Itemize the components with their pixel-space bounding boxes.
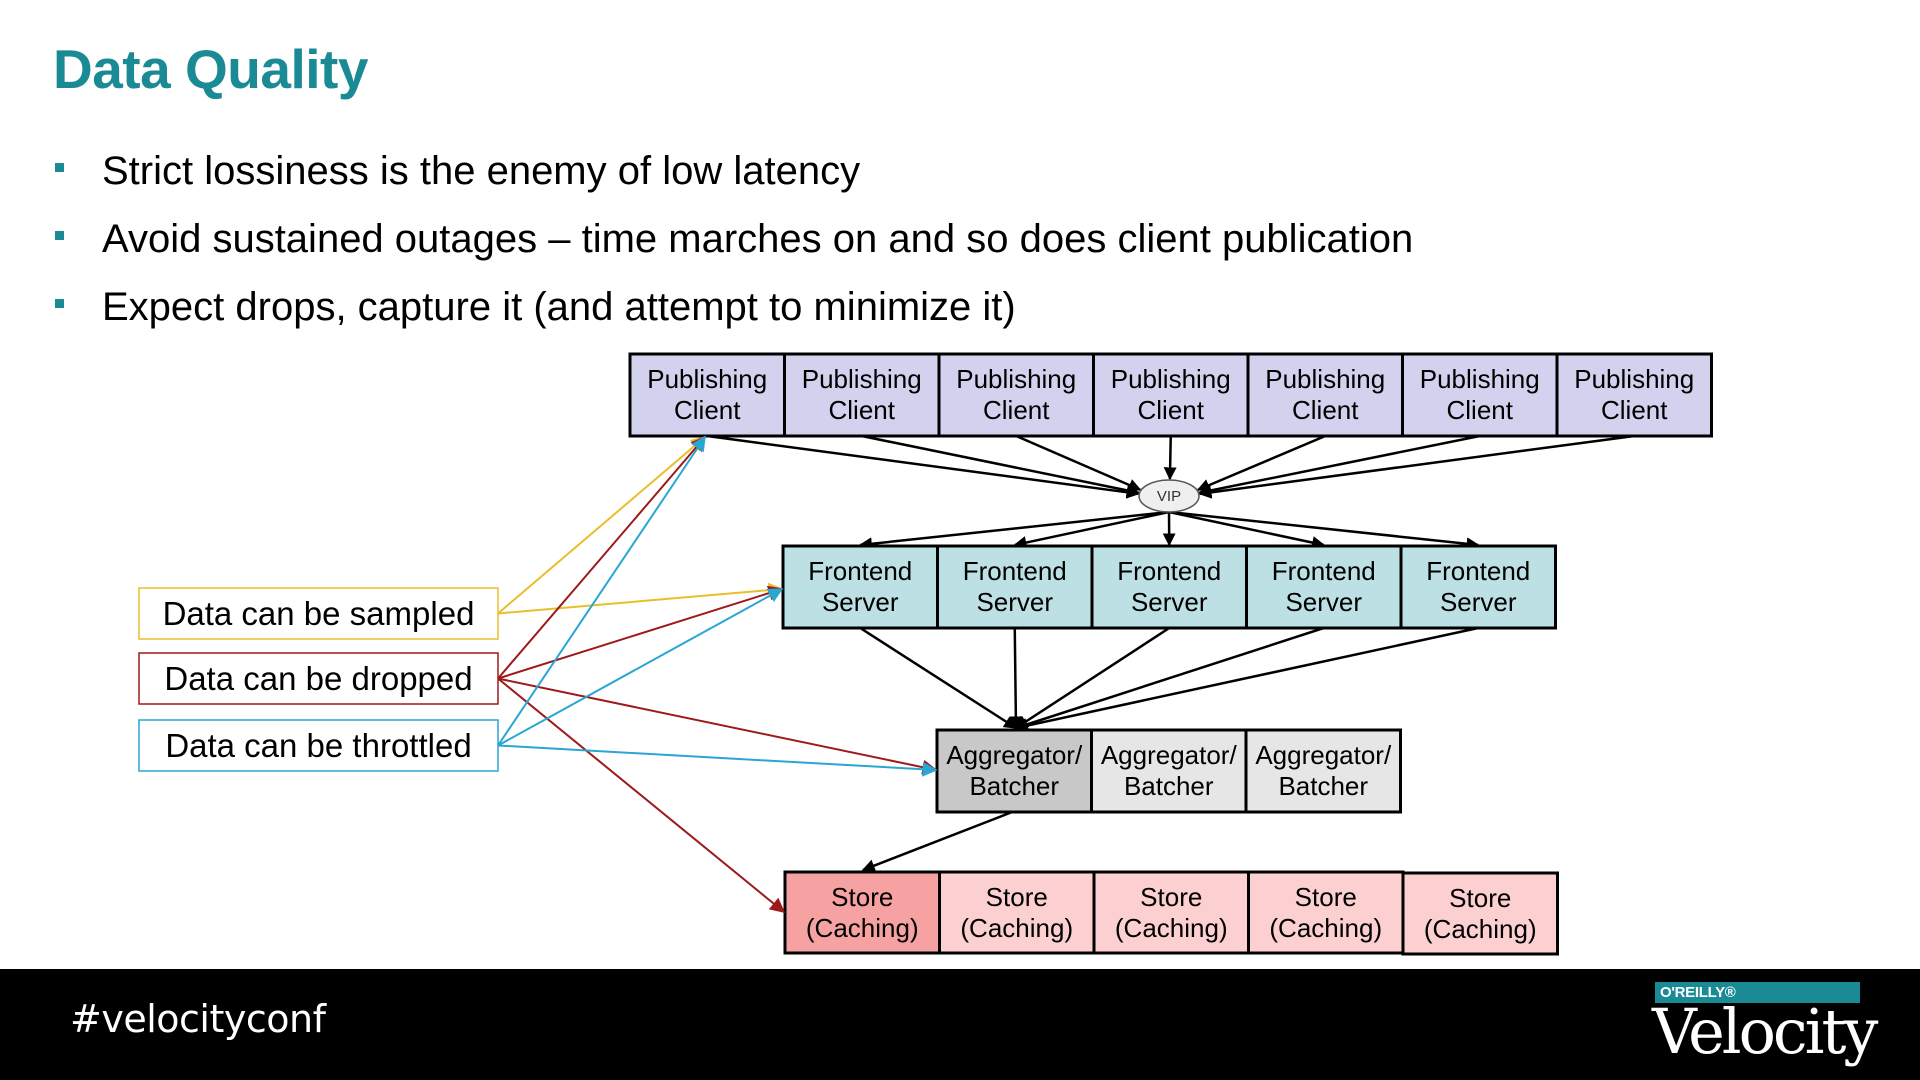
store-box: Store(Caching) — [783, 870, 941, 955]
dropped-to-aggregator-arrow — [497, 677, 938, 775]
box-label-line1: Publishing — [1111, 364, 1231, 394]
aggregator-box: Aggregator/Batcher — [1090, 728, 1248, 814]
frontend-server-box: FrontendServer — [1245, 544, 1403, 630]
box-label-line2: Client — [1447, 395, 1514, 425]
box-label-line2: Server — [976, 587, 1053, 617]
box-label-line1: Frontend — [808, 556, 912, 586]
box-label-line1: Publishing — [802, 364, 922, 394]
client-to-vip-arrow — [1198, 434, 1635, 499]
velocity-logo: Velocity — [1652, 995, 1878, 1068]
publishing-client-box: PublishingClient — [1401, 352, 1559, 438]
label-dropped: Data can be dropped — [138, 652, 499, 705]
publishing-client-box: PublishingClient — [783, 352, 941, 438]
box-label-line2: Server — [822, 587, 899, 617]
vip-node: VIP — [1138, 479, 1200, 513]
box-label-line2: Client — [674, 395, 741, 425]
aggregator-box: Aggregator/Batcher — [1244, 728, 1402, 814]
label-text: Data can be throttled — [165, 727, 471, 764]
dropped-to-store-arrow — [497, 677, 786, 913]
box-label-line2: Server — [1285, 587, 1362, 617]
box-label-line1: Store — [1449, 883, 1511, 913]
box-label-line1: Frontend — [1117, 556, 1221, 586]
box-label-line1: Store — [1295, 882, 1357, 912]
box-label-line1: Publishing — [1420, 364, 1540, 394]
box-label-line2: Batcher — [1124, 771, 1214, 801]
frontend-to-aggregator-arrow — [1014, 626, 1325, 731]
publishing-client-box: PublishingClient — [1092, 352, 1250, 438]
client-to-vip-arrow — [707, 434, 1140, 499]
vip-to-frontend-arrow — [858, 510, 1170, 551]
vip-label: VIP — [1157, 488, 1181, 505]
box-label-line1: Publishing — [647, 364, 767, 394]
box-label-line1: Publishing — [956, 364, 1076, 394]
vip-to-frontend-arrow — [1168, 510, 1480, 551]
hashtag: #velocityconf — [70, 997, 326, 1041]
frontend-server-box: FrontendServer — [1090, 544, 1248, 630]
box-label-line2: Server — [1440, 587, 1517, 617]
annotation-labels: Data can be sampled Data can be dropped Da… — [138, 587, 499, 772]
box-label-line2: Client — [983, 395, 1050, 425]
dropped-to-publishing-arrow — [497, 435, 706, 680]
store-box: Store(Caching) — [1092, 870, 1250, 955]
box-label-line1: Publishing — [1574, 364, 1694, 394]
box-label-line2: Server — [1131, 587, 1208, 617]
box-label-line2: Client — [1138, 395, 1205, 425]
label-sampled: Data can be sampled — [138, 587, 499, 640]
throttled-to-frontend-arrow — [497, 588, 784, 747]
box-label-line2: (Caching) — [806, 913, 919, 943]
box-label-line1: Store — [1140, 882, 1202, 912]
frontend-to-aggregator-arrow — [1014, 626, 1479, 732]
client-to-vip-arrow — [1198, 434, 1480, 497]
box-label-line1: Store — [831, 882, 893, 912]
store-box: Store(Caching) — [1247, 870, 1405, 955]
box-label-line1: Aggregator/ — [946, 740, 1083, 770]
footer-bar: #velocityconf O'REILLY® Velocity — [0, 969, 1920, 1080]
store-box: Store(Caching) — [1401, 871, 1559, 956]
store-box: Store(Caching) — [938, 870, 1096, 955]
architecture-diagram: PublishingClientPublishingClientPublishi… — [138, 352, 1713, 956]
publishing-client-box: PublishingClient — [1555, 352, 1713, 438]
sampled-to-publishing-arrow — [497, 436, 707, 615]
dropped-to-frontend-arrow — [497, 585, 784, 680]
frontend-server-box: FrontendServer — [1399, 544, 1557, 630]
box-label-line2: (Caching) — [1269, 913, 1382, 943]
box-label-line2: Batcher — [969, 771, 1059, 801]
aggregator-to-store-arrow — [861, 810, 1013, 872]
label-text: Data can be dropped — [164, 660, 472, 697]
box-label-line2: (Caching) — [1115, 913, 1228, 943]
client-to-vip-arrow — [861, 434, 1140, 497]
annotation-arrows — [497, 435, 938, 913]
box-label-line1: Aggregator/ — [1101, 740, 1238, 770]
box-label-line2: Client — [1601, 395, 1668, 425]
box-label-line1: Aggregator/ — [1255, 740, 1392, 770]
box-label-line2: (Caching) — [960, 913, 1073, 943]
frontend-to-aggregator-arrow — [1014, 626, 1170, 730]
box-label-line2: (Caching) — [1424, 914, 1537, 944]
frontend-server-box: FrontendServer — [781, 544, 939, 630]
sampled-to-frontend-arrow — [497, 582, 784, 615]
vip-to-frontend-arrow — [1013, 510, 1170, 549]
box-label-line2: Batcher — [1278, 771, 1368, 801]
client-to-vip-arrow — [1196, 434, 1326, 492]
throttled-to-aggregator-arrow — [497, 744, 938, 777]
box-label-line1: Publishing — [1265, 364, 1385, 394]
box-label-line1: Store — [986, 882, 1048, 912]
box-label-line2: Client — [829, 395, 896, 425]
box-label-line2: Client — [1292, 395, 1359, 425]
vip-to-frontend-arrow — [1168, 510, 1326, 549]
box-label-line1: Frontend — [1272, 556, 1376, 586]
frontend-server-box: FrontendServer — [936, 544, 1094, 630]
frontend-to-aggregator-arrow — [859, 626, 1018, 730]
client-to-vip-arrow — [1015, 434, 1142, 492]
box-label-line1: Frontend — [1426, 556, 1530, 586]
publishing-client-box: PublishingClient — [937, 352, 1095, 438]
box-label-line1: Frontend — [963, 556, 1067, 586]
label-text: Data can be sampled — [163, 595, 475, 632]
frontend-to-aggregator-arrow — [1009, 627, 1023, 730]
label-throttled: Data can be throttled — [138, 719, 499, 772]
publishing-client-box: PublishingClient — [1246, 352, 1404, 438]
client-to-vip-arrow — [1163, 435, 1177, 481]
publishing-client-box: PublishingClient — [628, 352, 786, 438]
aggregator-box: Aggregator/Batcher — [935, 728, 1093, 814]
